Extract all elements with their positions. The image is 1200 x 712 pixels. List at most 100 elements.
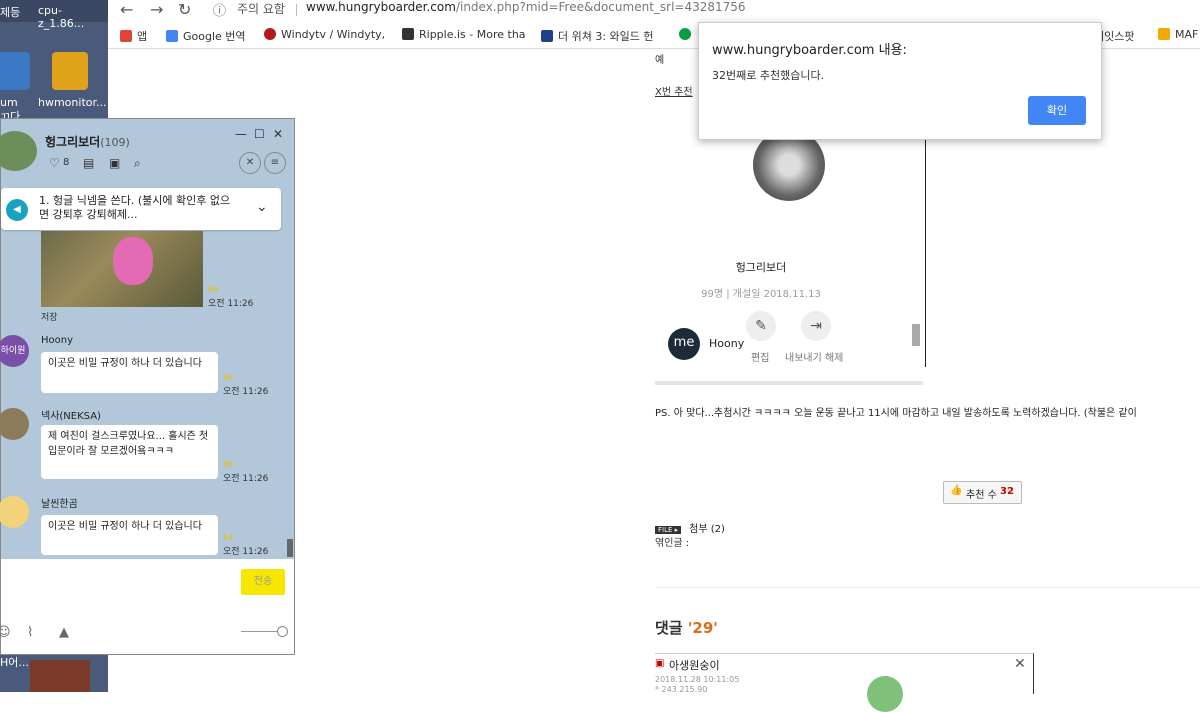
chevron-down-icon[interactable]: ⌄	[256, 199, 268, 215]
message-time: 오전 11:26	[208, 299, 254, 309]
sender-avatar[interactable]	[0, 496, 29, 528]
alert-dialog: www.hungryboarder.com 내용: 32번째로 추천했습니다. …	[698, 22, 1102, 140]
dialog-title: www.hungryboarder.com 내용:	[712, 43, 907, 58]
member-row[interactable]: me Hoony	[655, 324, 923, 364]
ok-button[interactable]: 확인	[1028, 96, 1086, 125]
sender-name: 넥사(NEKSA)	[41, 411, 101, 422]
google-translate-icon	[166, 30, 178, 42]
chat-window: 헝그리보더(109) — ☐ ✕ ♡ 8 ▤ ▣ ⌕ ✕ ≡ ◀ 1. 헝글 닉…	[0, 118, 295, 655]
notes-icon[interactable]: ▤	[83, 156, 94, 170]
ripple-icon	[402, 28, 414, 40]
community-meta: 99명 | 개설일 2018.11.13	[701, 289, 821, 300]
info-icon[interactable]: ⓘ	[213, 0, 226, 19]
witcher-icon	[541, 30, 553, 42]
minimize-icon[interactable]: —	[235, 127, 247, 141]
member-avatar: me	[668, 328, 700, 360]
message-bubble: 제 여친이 걸스크루였나요... 홀시즌 첫 입문이라 잘 모르겠어욬ㅋㅋㅋ	[41, 425, 218, 479]
bookmark-witcher[interactable]: 더 위쳐 3: 와일드 헌	[541, 28, 654, 44]
desktop-top-labels: 제등 cpu-z_1.86...	[0, 0, 108, 30]
message-time: 오전 11:26	[223, 474, 269, 484]
divider	[655, 587, 1200, 588]
like-count: 8	[63, 157, 70, 168]
thumbs-up-icon: 👍	[950, 485, 963, 496]
room-title: 헝그리보더(109)	[45, 133, 130, 150]
photo-icon[interactable]: ▲	[59, 625, 69, 640]
heart-icon[interactable]: ♡	[49, 156, 60, 170]
bookmark-label: MAF	[1175, 28, 1199, 41]
member-count: (109)	[100, 136, 130, 149]
vote-button[interactable]: 👍 추천 수 32	[943, 481, 1022, 504]
chat-header: 헝그리보더(109) — ☐ ✕ ♡ 8 ▤ ▣ ⌕ ✕ ≡	[0, 119, 294, 183]
related-label: 엮인글 :	[655, 538, 690, 549]
bookmark-label: Windytv / Windyty,	[281, 28, 386, 41]
forward-icon[interactable]: →	[150, 0, 163, 19]
bookmark-apps[interactable]: 앱	[120, 28, 147, 44]
reload-icon[interactable]: ↻	[178, 0, 191, 19]
url-host: www.hungryboarder.com	[306, 0, 456, 14]
bookmark-maf[interactable]: MAF	[1158, 28, 1198, 41]
bookmark-ripple[interactable]: Ripple.is - More tha	[402, 28, 526, 41]
comment-ip: * 243.215.90	[655, 685, 708, 694]
send-button[interactable]: 전송	[241, 569, 285, 595]
author-icon: ▣	[655, 658, 665, 669]
unread-count: 84	[223, 533, 234, 542]
mute-icon[interactable]: ✕	[239, 152, 261, 174]
back-icon[interactable]: ←	[120, 0, 133, 19]
comment-author[interactable]: 아생원숭이	[669, 657, 720, 673]
soccer-ball-icon	[679, 28, 691, 40]
image-caption: 저장	[41, 313, 58, 323]
comments-title: 댓글	[655, 619, 688, 637]
message-time: 오전 11:26	[223, 387, 269, 397]
message-bubble: 이곳은 비밀 규정이 하나 더 있습니다	[41, 515, 218, 555]
search-icon[interactable]: ⌕	[134, 156, 141, 171]
album-icon[interactable]: ▣	[109, 156, 120, 170]
address-bar: ← → ↻ ⓘ 주의 요함 www.hungryboarder.com/inde…	[108, 0, 1200, 20]
sender-avatar[interactable]	[0, 408, 29, 440]
unread-count: 86	[223, 373, 234, 382]
menu-icon[interactable]: ≡	[264, 152, 286, 174]
comment-date: 2018.11.28 10:11:05	[655, 675, 740, 684]
vote-count: 32	[1000, 486, 1014, 497]
bookmark-label: Ripple.is - More tha	[419, 28, 526, 41]
bookmark-label: Google 번역	[183, 30, 246, 43]
hwmonitor-icon[interactable]	[52, 52, 88, 90]
bookmark-google-translate[interactable]: Google 번역	[166, 28, 246, 44]
sender-avatar[interactable]: 하이원	[0, 335, 29, 367]
media-app-icon[interactable]	[0, 52, 30, 90]
sender-name: Hoony	[41, 335, 74, 346]
card-divider	[655, 381, 923, 385]
security-label[interactable]: 주의 요함	[237, 0, 285, 17]
message-bubble: 이곳은 비밀 규정이 하나 더 있습니다	[41, 352, 218, 393]
windy-icon	[264, 28, 276, 40]
close-icon[interactable]: ✕	[1014, 656, 1026, 672]
desktop-bottom-label: H어...	[0, 656, 29, 669]
unread-count: 86	[208, 285, 219, 294]
file-icon: FILE ▸	[655, 526, 682, 534]
chat-scrollbar[interactable]	[287, 539, 293, 557]
comment-avatar	[867, 676, 903, 712]
member-scrollbar[interactable]	[912, 324, 920, 346]
bookmark-windy[interactable]: Windytv / Windyty,	[264, 28, 385, 41]
attachment-row[interactable]: FILE ▸ 첨부 (2)	[655, 520, 725, 535]
bookmark-soccer[interactable]	[679, 28, 696, 41]
maximize-icon[interactable]: ☐	[254, 127, 265, 141]
apps-grid-icon	[120, 30, 132, 42]
sender-name: 날씬한곰	[41, 499, 78, 510]
desktop-label-right: cpu-z_1.86...	[38, 4, 85, 30]
attach-label: 첨부 (2)	[689, 524, 725, 535]
url-field[interactable]: www.hungryboarder.com/index.php?mid=Free…	[306, 0, 746, 14]
attach-icon[interactable]: ⌇	[27, 625, 33, 640]
url-query: /index.php?mid=Free&document_srl=4328175…	[455, 0, 746, 14]
desktop-bottom-icon[interactable]	[30, 660, 90, 692]
cut-text-2[interactable]: X번 추천	[655, 83, 693, 98]
room-avatar	[0, 131, 37, 171]
slider-knob[interactable]	[277, 626, 288, 637]
bookmark-label: 앱	[137, 30, 148, 43]
notice-banner[interactable]: ◀ 1. 헝글 닉넴을 쓴다. (불시에 확인후 없으면 강퇴후 강퇴해제...…	[1, 188, 281, 230]
cut-text-1: 예	[655, 55, 665, 66]
emoticon-icon[interactable]: ☺	[0, 625, 11, 640]
comments-count: '29'	[687, 619, 718, 637]
close-icon[interactable]: ✕	[273, 127, 283, 141]
image-message[interactable]	[41, 231, 203, 307]
vote-label: 추천 수	[966, 490, 997, 501]
